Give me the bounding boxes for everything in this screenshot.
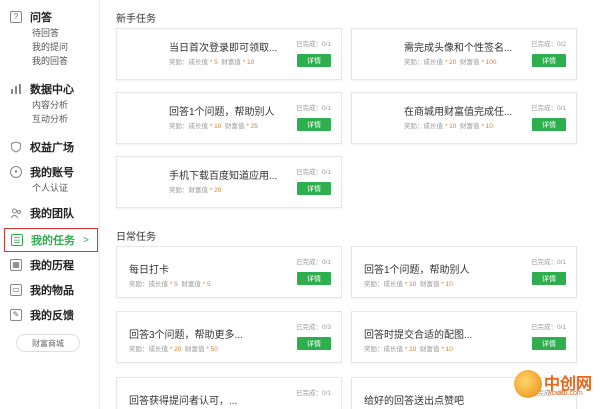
- task-title: 当日首次登录即可领取...: [169, 43, 278, 54]
- nav-item-data-center[interactable]: 数据中心: [0, 80, 100, 98]
- nav-item-team-label: 我的团队: [30, 208, 74, 220]
- task-reward: 奖励：成长值 * 10 财富值 * 10: [364, 281, 453, 288]
- task-status: 已完成：0/1: [530, 324, 566, 331]
- task-details-button[interactable]: 详情: [297, 118, 331, 131]
- task-status: 已完成：0/1: [530, 105, 566, 112]
- task-title: 回答1个问题，帮助别人: [364, 265, 470, 276]
- nav-item-account-label: 我的账号: [30, 167, 74, 179]
- task-card: 需完成头像和个性签名... 奖励：成长值 * 20 财富值 * 100 已完成：…: [351, 28, 577, 80]
- nav-sub-verification[interactable]: 个人认证: [0, 181, 100, 195]
- task-reward: 奖励：成长值 * 20 财富值 * 100: [404, 59, 497, 66]
- nav-group-team: 我的团队: [0, 204, 100, 222]
- task-reward: 奖励：成长值 * 20 财富值 * 50: [129, 346, 218, 353]
- task-reward: 奖励：成长值 * 10 财富值 * 25: [169, 123, 258, 130]
- team-icon: [10, 207, 22, 219]
- nav-item-history-label: 我的历程: [30, 260, 74, 272]
- watermark: 中创网 You85.com: [514, 366, 600, 409]
- task-reward: 奖励：成长值 * 10 财富值 * 10: [404, 123, 493, 130]
- watermark-url: You85.com: [548, 390, 583, 397]
- nav-group-feedback: ✎ 我的反馈: [0, 306, 100, 324]
- task-title: 回答时提交合适的配图...: [364, 330, 473, 341]
- sidebar: ? 问答 待回答 我的提问 我的回答 数据中心 内容分析 互动分析 权益广场 •…: [0, 0, 100, 409]
- calendar-icon: ▦: [10, 259, 22, 271]
- nav-group-data: 数据中心 内容分析 互动分析: [0, 80, 100, 126]
- nav-item-feedback-label: 我的反馈: [30, 310, 74, 322]
- task-title: 手机下载百度知道应用...: [169, 171, 278, 182]
- nav-group-history: ▦ 我的历程: [0, 256, 100, 274]
- question-icon: ?: [10, 11, 22, 23]
- nav-item-rights-label: 权益广场: [30, 142, 74, 154]
- task-title: 回答1个问题，帮助别人: [169, 107, 275, 118]
- task-details-button[interactable]: 详情: [297, 54, 331, 67]
- nav-group-items: ▭ 我的物品: [0, 281, 100, 299]
- edit-icon: ✎: [10, 309, 22, 321]
- wealth-store-label: 财富商城: [32, 338, 64, 348]
- task-details-button[interactable]: 详情: [532, 118, 566, 131]
- task-status: 已完成：0/3: [295, 324, 331, 331]
- task-reward: 奖励：财富值 * 20: [169, 187, 222, 194]
- task-card: 当日首次登录即可领取... 奖励：成长值 * 5 财富值 * 10 已完成：0/…: [116, 28, 342, 80]
- nav-item-rights[interactable]: 权益广场: [0, 138, 100, 156]
- task-card: 回答时提交合适的配图... 奖励：成长值 * 10 财富值 * 10 已完成：0…: [351, 311, 577, 363]
- nav-item-feedback[interactable]: ✎ 我的反馈: [0, 306, 100, 324]
- watermark-logo-icon: [514, 370, 542, 398]
- nav-sub-interaction-analysis[interactable]: 互动分析: [0, 112, 100, 126]
- task-details-button[interactable]: 详情: [297, 337, 331, 350]
- nav-item-data-center-label: 数据中心: [30, 84, 74, 96]
- nav-sub-pending[interactable]: 待回答: [0, 26, 100, 40]
- task-status: 已完成：0/1: [530, 259, 566, 266]
- nav-item-account[interactable]: • 我的账号: [0, 163, 100, 181]
- task-status: 已完成：0/1: [295, 169, 331, 176]
- task-reward: 奖励：成长值 * 10 财富值 * 10: [364, 346, 453, 353]
- task-icon: ☰: [11, 234, 23, 246]
- nav-sub-content-analysis[interactable]: 内容分析: [0, 98, 100, 112]
- task-title: 在商城用财富值完成任...: [404, 107, 513, 118]
- nav-item-tasks[interactable]: ☰ 我的任务 >: [4, 228, 98, 252]
- task-title: 回答3个问题，帮助更多...: [129, 330, 243, 341]
- shield-icon: [10, 141, 22, 153]
- nav-item-tasks-label: 我的任务: [31, 235, 75, 247]
- task-reward: 奖励：成长值 * 5 财富值 * 5: [129, 281, 211, 288]
- task-card: 回答1个问题，帮助别人 奖励：成长值 * 10 财富值 * 10 已完成：0/1…: [351, 246, 577, 298]
- task-reward: 奖励：成长值 * 5 财富值 * 10: [169, 59, 255, 66]
- nav-item-qa[interactable]: ? 问答: [0, 8, 100, 26]
- task-status: 已完成：0/1: [295, 259, 331, 266]
- task-card: 在商城用财富值完成任... 奖励：成长值 * 10 财富值 * 10 已完成：0…: [351, 92, 577, 144]
- user-circle-icon: •: [10, 166, 22, 178]
- nav-item-history[interactable]: ▦ 我的历程: [0, 256, 100, 274]
- task-card: 回答获得提问者认可，... 已完成：0/1: [116, 377, 342, 409]
- task-status: 已完成：0/2: [530, 41, 566, 48]
- task-title: 回答获得提问者认可，...: [129, 396, 238, 407]
- task-title: 给好的回答送出点赞吧: [364, 396, 464, 407]
- task-details-button[interactable]: 详情: [532, 337, 566, 350]
- task-status: 已完成：0/1: [295, 105, 331, 112]
- bar-chart-icon: [10, 83, 22, 95]
- task-status: 已完成：0/1: [295, 390, 331, 397]
- task-card: 回答3个问题，帮助更多... 奖励：成长值 * 20 财富值 * 50 已完成：…: [116, 311, 342, 363]
- newbie-section-title: 新手任务: [116, 14, 156, 25]
- task-status: 已完成：0/1: [295, 41, 331, 48]
- task-details-button[interactable]: 详情: [532, 54, 566, 67]
- nav-item-team[interactable]: 我的团队: [0, 204, 100, 222]
- bag-icon: ▭: [10, 284, 22, 296]
- nav-group-rights: 权益广场: [0, 138, 100, 156]
- task-card: 每日打卡 奖励：成长值 * 5 财富值 * 5 已完成：0/1 详情: [116, 246, 342, 298]
- wealth-store-button[interactable]: 财富商城: [16, 334, 80, 352]
- nav-item-items-label: 我的物品: [30, 285, 74, 297]
- nav-sub-my-answers[interactable]: 我的回答: [0, 54, 100, 68]
- nav-item-items[interactable]: ▭ 我的物品: [0, 281, 100, 299]
- task-details-button[interactable]: 详情: [532, 272, 566, 285]
- task-card: 手机下载百度知道应用... 奖励：财富值 * 20 已完成：0/1 详情: [116, 156, 342, 208]
- task-details-button[interactable]: 详情: [297, 182, 331, 195]
- chevron-right-icon: >: [83, 234, 89, 246]
- nav-item-qa-label: 问答: [30, 12, 52, 24]
- task-card: 回答1个问题，帮助别人 奖励：成长值 * 10 财富值 * 25 已完成：0/1…: [116, 92, 342, 144]
- daily-section-title: 日常任务: [116, 232, 156, 243]
- task-title: 每日打卡: [129, 265, 169, 276]
- nav-group-account: • 我的账号 个人认证: [0, 163, 100, 195]
- nav-sub-my-questions[interactable]: 我的提问: [0, 40, 100, 54]
- task-title: 需完成头像和个性签名...: [404, 43, 513, 54]
- nav-group-qa: ? 问答 待回答 我的提问 我的回答: [0, 8, 100, 68]
- task-details-button[interactable]: 详情: [297, 272, 331, 285]
